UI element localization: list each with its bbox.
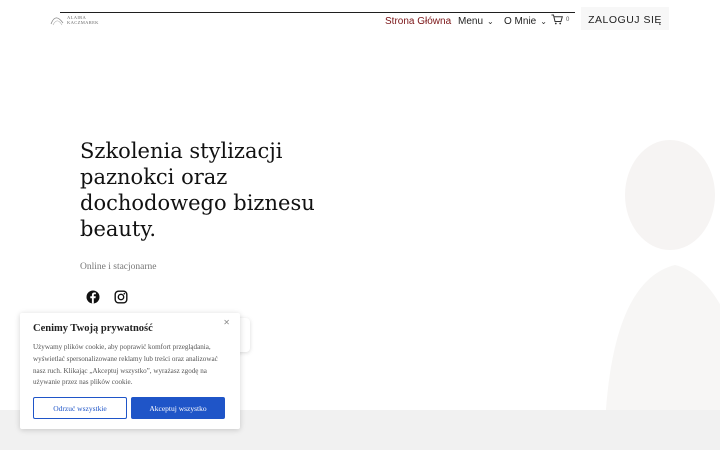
close-icon[interactable]: ✕ [223, 318, 230, 327]
cart-icon [551, 14, 563, 25]
site-logo[interactable]: ALAIRA KACZMAREK [50, 12, 104, 28]
site-header: ALAIRA KACZMAREK Strona Główna Menu ⌄ O … [0, 0, 720, 33]
header-rule [60, 12, 575, 13]
logo-text: ALAIRA KACZMAREK [67, 15, 99, 25]
chevron-down-icon: ⌄ [487, 16, 494, 26]
chevron-down-icon: ⌄ [540, 16, 547, 26]
cart-count: 0 [566, 16, 570, 23]
hero-title: Szkolenia stylizacji paznokci oraz docho… [80, 139, 315, 241]
nav-menu[interactable]: Menu ⌄ [458, 14, 494, 28]
nav-menu-label: Menu [458, 15, 484, 27]
cart-button[interactable]: 0 [551, 14, 569, 25]
cookie-title: Cenimy Twoją prywatność [33, 323, 153, 334]
nav-home[interactable]: Strona Główna [385, 14, 451, 28]
instagram-icon[interactable] [114, 290, 128, 304]
accept-all-button[interactable]: Akceptuj wszystko [131, 397, 225, 419]
cookie-text: Używamy plików cookie, aby poprawić komf… [33, 343, 218, 387]
reject-all-button[interactable]: Odrzuć wszystkie [33, 397, 127, 419]
cookie-consent-dialog: ✕ Cenimy Twoją prywatność Używamy plików… [20, 313, 240, 429]
nav-about[interactable]: O Mnie ⌄ [504, 14, 547, 28]
hero-model-image [605, 140, 720, 410]
nav-home-label: Strona Główna [385, 15, 452, 27]
facebook-icon[interactable] [86, 290, 100, 304]
hero-subtitle: Online i stacjonarne [80, 262, 157, 272]
logo-mark-icon [50, 17, 64, 26]
nav-about-label: O Mnie [504, 15, 537, 27]
